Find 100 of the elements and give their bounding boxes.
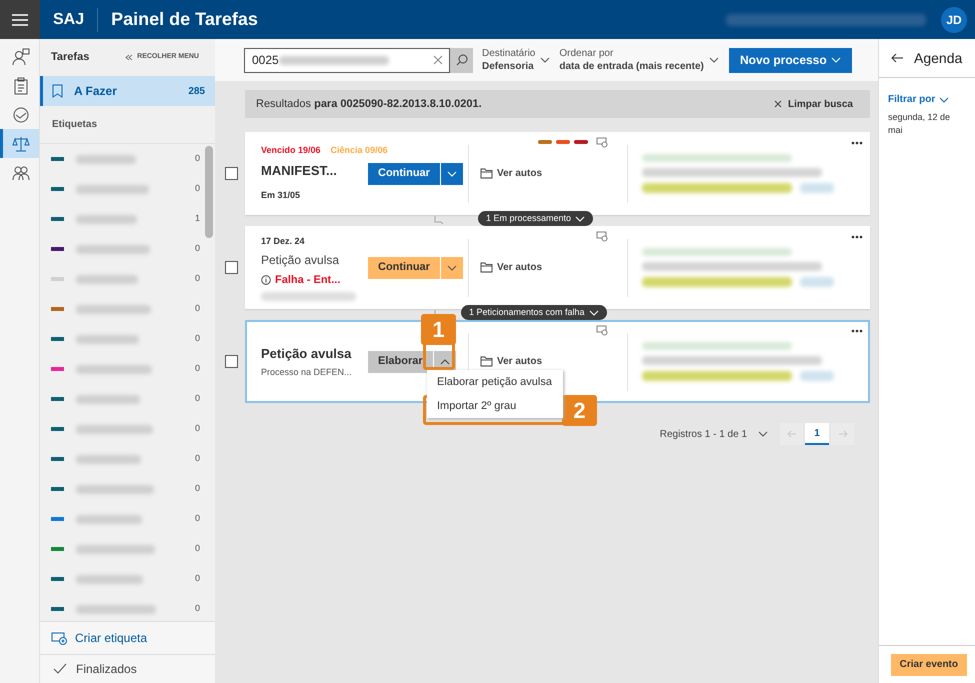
due-date: Vencido 19/06 bbox=[261, 144, 321, 158]
checkbox[interactable] bbox=[225, 167, 238, 180]
tag-item[interactable]: 0 bbox=[40, 294, 215, 324]
monitor-icon bbox=[596, 325, 608, 336]
action-menu-toggle[interactable] bbox=[440, 162, 463, 184]
tag-item[interactable]: 0 bbox=[40, 144, 215, 174]
action-menu-toggle[interactable] bbox=[440, 256, 463, 278]
task-card[interactable]: 17 Dez. 24 Petição avulsa Falha - Ent... Continuar Ver autos bbox=[245, 226, 870, 309]
clipboard-icon bbox=[12, 76, 30, 94]
tag-count: 0 bbox=[194, 512, 200, 526]
recipient-dropdown[interactable]: Destinatário Defensoria bbox=[482, 47, 550, 73]
tag-count: 0 bbox=[194, 302, 200, 316]
more-icon bbox=[851, 141, 863, 145]
tag-count: 0 bbox=[194, 482, 200, 496]
menu-button[interactable] bbox=[0, 0, 40, 39]
chevron-down-icon bbox=[939, 96, 950, 102]
status-badge[interactable]: 1 Em processamento bbox=[478, 211, 594, 226]
todo-item[interactable]: A Fazer 285 bbox=[40, 76, 215, 106]
tag-item[interactable]: 0 bbox=[40, 264, 215, 294]
task-date: 17 Dez. 24 bbox=[261, 234, 306, 248]
dropdown-label: Ordenar por bbox=[559, 47, 614, 60]
check-icon bbox=[53, 663, 67, 675]
tag-item[interactable]: 0 bbox=[40, 414, 215, 444]
chevron-down-icon bbox=[758, 431, 768, 437]
checkbox[interactable] bbox=[225, 261, 238, 274]
action-button[interactable]: Continuar bbox=[368, 162, 440, 184]
task-subtitle: Em 31/05 bbox=[261, 189, 302, 202]
chevron-down-icon bbox=[446, 264, 457, 270]
blurred-text bbox=[800, 277, 834, 287]
tag-count: 1 bbox=[194, 212, 200, 226]
tag-item[interactable]: 0 bbox=[40, 564, 215, 594]
user-avatar[interactable]: JD bbox=[941, 6, 967, 32]
dropdown-value: data de entrada (mais recente) bbox=[559, 60, 704, 73]
blurred-text bbox=[800, 183, 834, 193]
tag-count: 0 bbox=[194, 392, 200, 406]
tag-item[interactable]: 0 bbox=[40, 324, 215, 354]
menu-item[interactable]: Elaborar petição avulsa bbox=[427, 370, 563, 394]
filter-button[interactable]: Filtrar por bbox=[888, 92, 950, 107]
action-button[interactable]: Continuar bbox=[368, 256, 440, 278]
tag-item[interactable]: 0 bbox=[40, 234, 215, 264]
tag-item[interactable]: 0 bbox=[40, 534, 215, 564]
tag-item[interactable]: 1 bbox=[40, 204, 215, 234]
tag-item[interactable]: 0 bbox=[40, 594, 215, 621]
search-icon bbox=[456, 54, 468, 66]
clear-search-button[interactable]: Limpar busca bbox=[774, 96, 853, 112]
more-icon bbox=[851, 329, 863, 333]
comment-icon bbox=[434, 215, 445, 224]
blurred-text bbox=[800, 371, 834, 381]
rail-tab[interactable] bbox=[0, 129, 39, 158]
tag-item[interactable]: 0 bbox=[40, 174, 215, 204]
view-case-button[interactable]: Ver autos bbox=[480, 354, 542, 369]
create-tag-button[interactable]: Criar etiqueta bbox=[40, 621, 215, 654]
tag-item[interactable]: 0 bbox=[40, 504, 215, 534]
tag-item[interactable]: 0 bbox=[40, 384, 215, 414]
blurred-text bbox=[76, 334, 139, 344]
tag-count: 0 bbox=[194, 452, 200, 466]
search-button[interactable] bbox=[450, 48, 473, 72]
close-icon bbox=[774, 100, 782, 108]
chevron-down-icon bbox=[446, 170, 457, 176]
menu-item[interactable]: Importar 2º grau bbox=[427, 394, 563, 418]
new-process-button[interactable]: Novo processo bbox=[728, 48, 852, 72]
tag-count: 0 bbox=[194, 332, 200, 346]
page-button[interactable]: 1 bbox=[805, 423, 829, 445]
tag-item[interactable]: 0 bbox=[40, 474, 215, 504]
person-chat-icon bbox=[12, 48, 30, 66]
page-title: Painel de Tarefas bbox=[111, 8, 258, 31]
tag-item[interactable]: 0 bbox=[40, 354, 215, 384]
back-button[interactable] bbox=[891, 53, 904, 63]
blurred-text bbox=[76, 454, 141, 464]
folder-icon bbox=[480, 262, 493, 273]
action-button[interactable]: Elaborar bbox=[368, 350, 433, 372]
task-title: Petição avulsa bbox=[261, 344, 352, 363]
chevron-down-icon bbox=[575, 216, 586, 222]
tag-item[interactable]: 0 bbox=[40, 444, 215, 474]
checkbox[interactable] bbox=[225, 355, 238, 368]
folder-icon bbox=[480, 168, 493, 179]
tag-add-icon bbox=[51, 631, 67, 645]
search-field[interactable]: 0025 bbox=[244, 48, 450, 72]
finished-button[interactable]: Finalizados bbox=[40, 654, 215, 683]
tag-count: 0 bbox=[194, 362, 200, 376]
section-title: Etiquetas bbox=[51, 118, 98, 132]
menu-icon bbox=[11, 12, 29, 26]
double-chevron-left-icon bbox=[125, 54, 134, 61]
task-subtitle: Processo na DEFEN... bbox=[261, 366, 353, 379]
tag-count: 0 bbox=[194, 242, 200, 256]
view-case-button[interactable]: Ver autos bbox=[480, 166, 542, 181]
notice-date: Ciência 09/06 bbox=[330, 144, 388, 158]
sort-dropdown[interactable]: Ordenar por data de entrada (mais recente) bbox=[559, 47, 719, 73]
step-number: 1 bbox=[421, 314, 456, 345]
scrollbar-thumb[interactable] bbox=[205, 146, 213, 238]
folder-icon bbox=[480, 356, 493, 367]
status-badge[interactable]: 1 Peticionamentos com falha bbox=[461, 305, 607, 320]
task-card[interactable]: Vencido 19/06 Ciência 09/06 MANIFEST... Em 31/05 Continuar Ver autos bbox=[245, 132, 870, 215]
chevron-down-icon bbox=[588, 310, 599, 316]
task-title: Petição avulsa bbox=[261, 252, 340, 269]
blurred-text bbox=[76, 394, 140, 404]
view-case-button[interactable]: Ver autos bbox=[480, 260, 542, 275]
create-event-button[interactable]: Criar evento bbox=[890, 654, 967, 676]
arrow-right-icon bbox=[838, 430, 848, 438]
agenda-date: segunda, 12 de mai bbox=[888, 111, 952, 137]
